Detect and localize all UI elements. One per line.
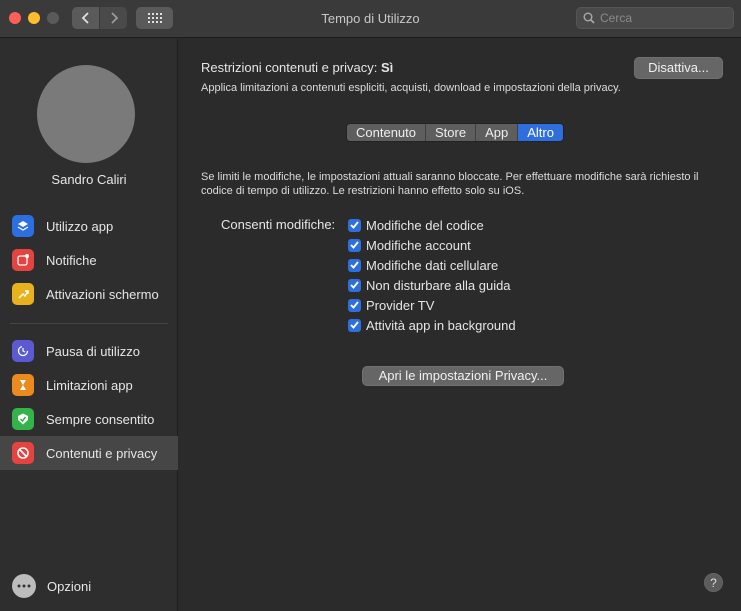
hourglass-icon [12,374,34,396]
tab-bar: Contenuto Store App Altro [346,123,564,142]
checkmark-icon [348,278,361,292]
checkmark-icon [348,298,361,312]
tab-altro[interactable]: Altro [518,124,563,141]
allow-changes-label: Consenti modifiche: [221,217,336,232]
sidebar-item-app-usage[interactable]: Utilizzo app [0,209,178,243]
tab-contenuto[interactable]: Contenuto [347,124,426,141]
checkmark-icon [348,218,361,232]
info-text: Se limiti le modifiche, le impostazioni … [201,171,699,197]
checkbox-account-changes[interactable]: Modifiche account [348,235,471,255]
options-label: Opzioni [47,578,92,594]
checkbox-label: Modifiche del codice [366,217,484,233]
downtime-icon [12,340,34,362]
checkmark-icon [348,238,361,252]
tab-store[interactable]: Store [426,124,477,141]
ellipsis-icon [12,574,36,598]
user-name: Sandro Caliri [51,172,127,187]
open-privacy-settings-button[interactable]: Apri le impostazioni Privacy... [362,366,564,386]
title-bar: Tempo di Utilizzo [0,0,741,38]
checkbox-label: Modifiche dati cellulare [366,257,499,273]
sidebar-item-label: Pausa di utilizzo [46,343,140,359]
checkbox-cellular-data-changes[interactable]: Modifiche dati cellulare [348,255,498,275]
checkbox-tv-provider[interactable]: Provider TV [348,295,434,315]
search-icon [583,12,595,24]
checkbox-label: Non disturbare alla guida [366,277,511,293]
sidebar-item-downtime[interactable]: Pausa di utilizzo [0,334,178,368]
sidebar-item-app-limits[interactable]: Limitazioni app [0,368,178,402]
search-field[interactable] [576,7,734,29]
sidebar-divider [10,323,168,324]
checkbox-do-not-disturb-driving[interactable]: Non disturbare alla guida [348,275,511,295]
layers-icon [12,215,34,237]
search-input[interactable] [600,11,730,25]
notification-icon [12,249,34,271]
tab-app[interactable]: App [476,124,519,141]
pickup-icon [12,283,34,305]
sidebar: Sandro Caliri Utilizzo app Notifiche Att… [0,39,178,611]
checkbox-label: Modifiche account [366,237,471,253]
help-button[interactable]: ? [704,573,723,592]
sidebar-item-always-allowed[interactable]: Sempre consentito [0,402,178,436]
checkbox-background-app-activity[interactable]: Attività app in background [348,315,516,335]
options-button[interactable]: Opzioni [0,569,178,603]
checkmark-icon [348,318,361,332]
main-panel: Restrizioni contenuti e privacy: Sì Appl… [179,39,741,611]
sidebar-item-label: Utilizzo app [46,218,114,234]
restrictions-description: Applica limitazioni a contenuti esplicit… [201,82,621,94]
prohibited-icon [12,442,34,464]
disable-button[interactable]: Disattiva... [634,57,723,79]
sidebar-item-content-privacy[interactable]: Contenuti e privacy [0,436,178,470]
avatar[interactable] [37,65,135,163]
restrictions-value: Sì [380,60,394,75]
checkbox-passcode-changes[interactable]: Modifiche del codice [348,215,484,235]
sidebar-item-label: Attivazioni schermo [46,286,159,302]
restrictions-label: Restrizioni contenuti e privacy: [201,60,378,75]
checkmark-shield-icon [12,408,34,430]
checkbox-label: Provider TV [366,297,435,313]
sidebar-item-notifications[interactable]: Notifiche [0,243,178,277]
sidebar-item-label: Limitazioni app [46,377,133,393]
checkmark-icon [348,258,361,272]
sidebar-item-label: Contenuti e privacy [46,445,158,461]
sidebar-item-label: Sempre consentito [46,411,155,427]
checkbox-label: Attività app in background [366,317,516,333]
restrictions-status: Restrizioni contenuti e privacy: Sì [201,60,393,75]
sidebar-item-label: Notifiche [46,252,97,268]
sidebar-item-pickups[interactable]: Attivazioni schermo [0,277,178,311]
